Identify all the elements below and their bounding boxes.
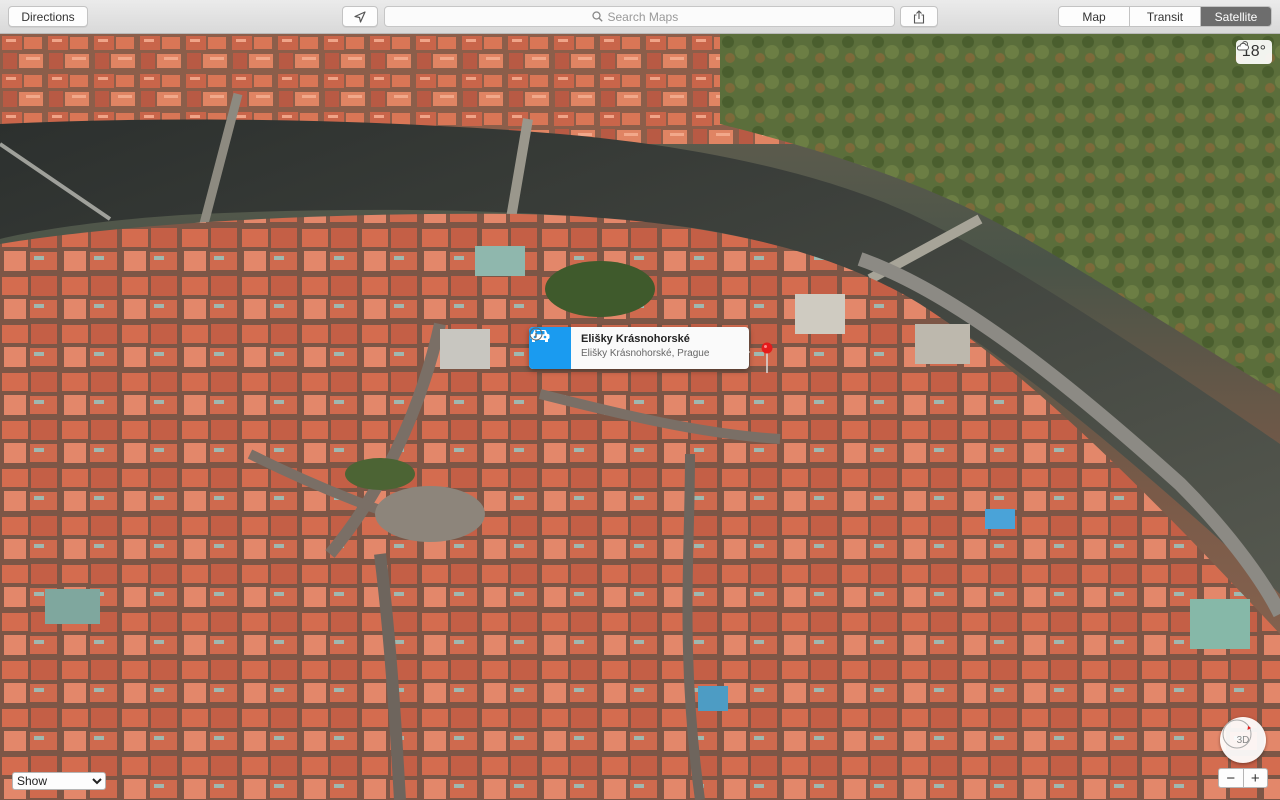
show-dropdown[interactable]: Show <box>12 772 106 790</box>
tab-satellite[interactable]: Satellite <box>1200 7 1271 26</box>
tab-transit[interactable]: Transit <box>1129 7 1200 26</box>
callout-pointer <box>741 344 750 360</box>
callout-title: Elišky Krásnohorské <box>581 333 690 345</box>
map-pin-icon <box>761 342 773 373</box>
share-icon <box>913 9 925 24</box>
zoom-out-button[interactable]: − <box>1219 769 1244 787</box>
compass-icon <box>1222 719 1252 749</box>
search-icon <box>591 11 603 22</box>
compass-3d-button[interactable]: 3D <box>1220 717 1266 763</box>
search-input[interactable] <box>607 9 688 24</box>
tab-map[interactable]: Map <box>1059 7 1129 26</box>
cloud-sun-icon <box>1236 41 1249 51</box>
zoom-control: − + <box>1218 768 1268 788</box>
search-field[interactable] <box>384 6 895 27</box>
share-button[interactable] <box>900 6 938 27</box>
map-view[interactable]: 18° Elišky Krásnohorské Elišky Krásnohor… <box>0 34 1280 800</box>
map-mode-selector: Map Transit Satellite <box>1058 6 1272 27</box>
toolbar: Directions Map Transit Satellite <box>0 0 1280 34</box>
location-arrow-icon <box>354 10 366 23</box>
directions-button[interactable]: Directions <box>8 6 88 27</box>
current-location-button[interactable] <box>342 6 378 27</box>
zoom-in-button[interactable]: + <box>1244 769 1268 787</box>
location-callout[interactable]: Elišky Krásnohorské Elišky Krásnohorské,… <box>529 327 749 369</box>
info-icon <box>529 327 543 341</box>
callout-subtitle: Elišky Krásnohorské, Prague <box>581 348 710 359</box>
satellite-map-imagery <box>0 34 1280 800</box>
weather-badge: 18° <box>1235 40 1272 64</box>
